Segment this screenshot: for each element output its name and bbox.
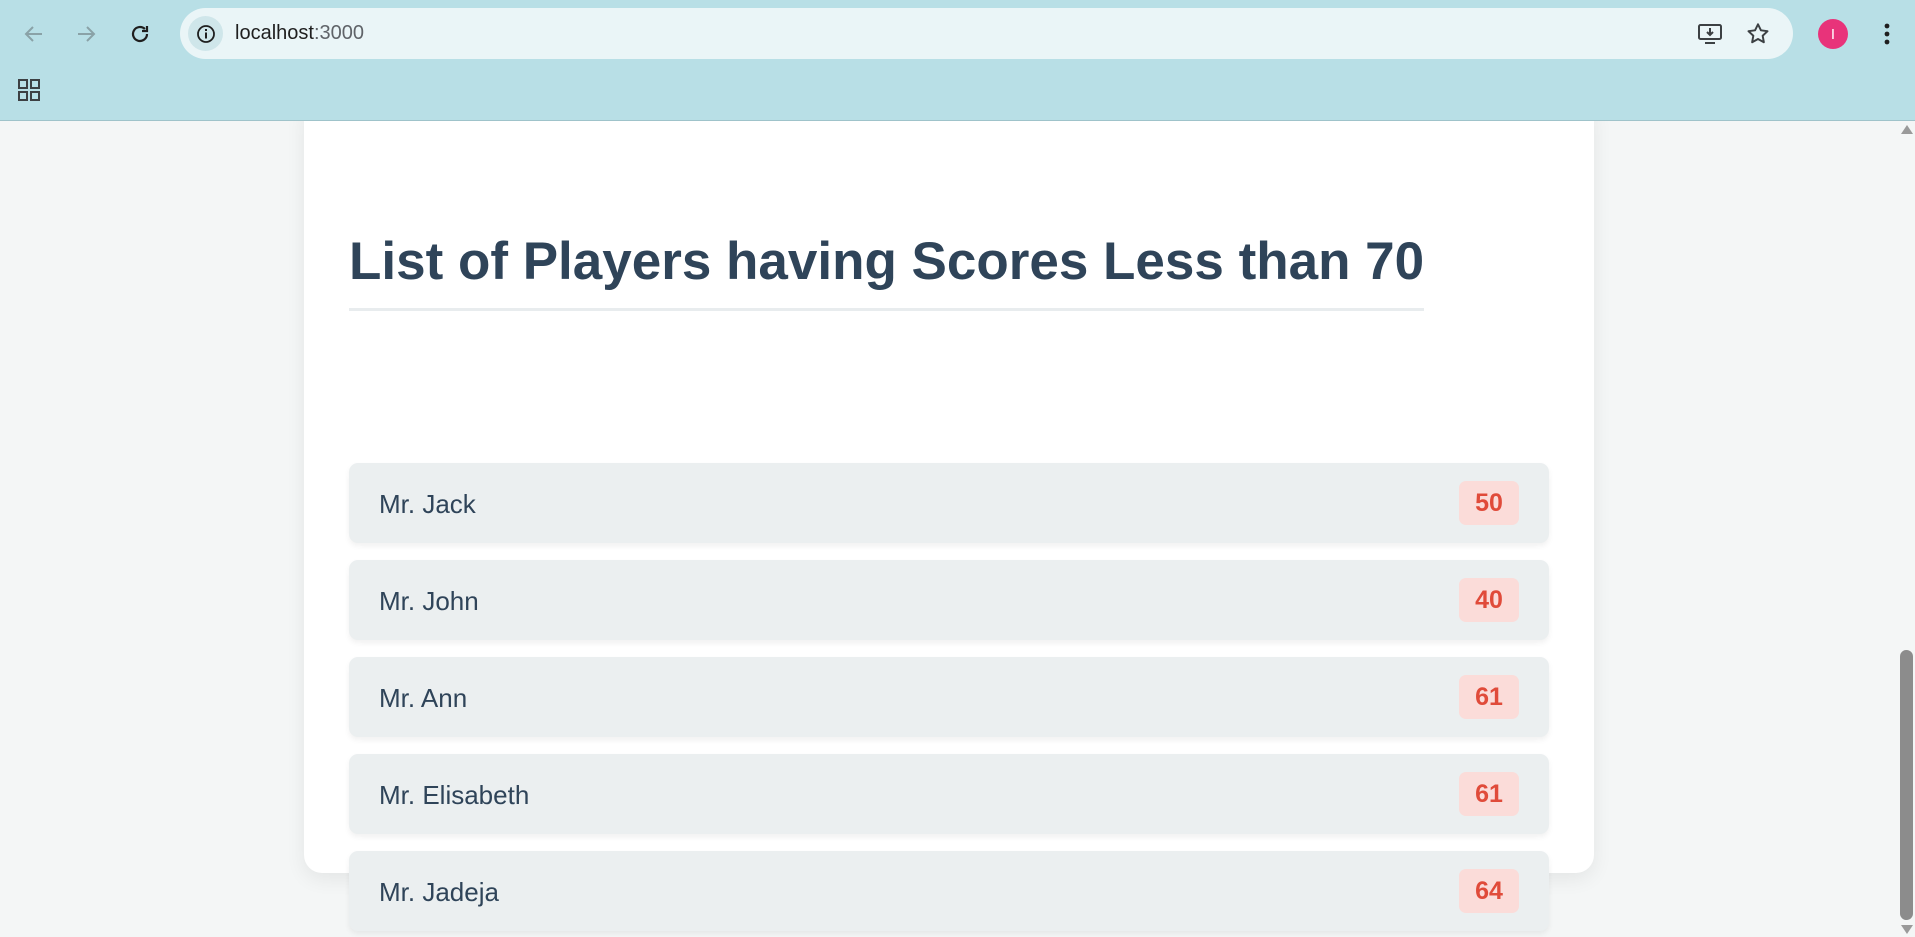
install-app-icon	[1698, 24, 1722, 44]
site-info-icon	[196, 24, 215, 43]
profile-avatar[interactable]: I	[1818, 19, 1848, 49]
score-badge: 64	[1459, 869, 1519, 913]
browser-toolbar: localhost:3000 I	[0, 0, 1915, 121]
player-row: Mr. Elisabeth 61	[349, 754, 1549, 834]
scroll-down-arrow-icon[interactable]	[1901, 925, 1913, 934]
scrollbar-thumb[interactable]	[1900, 650, 1913, 920]
forward-icon	[78, 26, 96, 42]
scroll-up-arrow-icon[interactable]	[1901, 125, 1913, 134]
score-badge: 40	[1459, 578, 1519, 622]
player-row: Mr. Ann 61	[349, 657, 1549, 737]
player-row: Mr. John 40	[349, 560, 1549, 640]
install-app-button[interactable]	[1696, 20, 1724, 48]
url-host: localhost	[235, 22, 314, 44]
player-name: Mr. Ann	[379, 683, 468, 713]
player-name: Mr. Jadeja	[379, 877, 499, 907]
page-title: List of Players having Scores Less than …	[349, 231, 1425, 311]
apps-button[interactable]	[14, 75, 44, 105]
site-info-button[interactable]	[188, 16, 223, 51]
player-name: Mr. Elisabeth	[379, 780, 530, 810]
back-button[interactable]	[14, 14, 54, 54]
score-badge: 50	[1459, 481, 1519, 525]
score-badge: 61	[1459, 675, 1519, 719]
player-name: Mr. John	[379, 586, 479, 616]
player-name: Mr. Jack	[379, 489, 476, 519]
url-text[interactable]: localhost:3000	[235, 22, 364, 45]
page-viewport: List of Players having Scores Less than …	[0, 121, 1898, 937]
bookmark-star-icon	[1747, 23, 1769, 44]
forward-button[interactable]	[66, 14, 106, 54]
menu-dots-icon	[1884, 23, 1890, 45]
vertical-scrollbar[interactable]	[1898, 121, 1915, 937]
address-bar[interactable]: localhost:3000	[180, 8, 1793, 59]
players-card: List of Players having Scores Less than …	[304, 121, 1594, 931]
reload-icon	[131, 25, 149, 43]
back-icon	[24, 26, 42, 42]
player-row: Mr. Jack 50	[349, 463, 1549, 543]
bookmark-button[interactable]	[1744, 20, 1772, 48]
player-row: Mr. Jadeja 64	[349, 851, 1549, 931]
score-badge: 61	[1459, 772, 1519, 816]
browser-menu-button[interactable]	[1874, 19, 1900, 49]
apps-grid-icon	[18, 79, 40, 101]
players-list: Mr. Jack 50 Mr. John 40 Mr. Ann 61 Mr. E…	[349, 463, 1549, 937]
reload-button[interactable]	[120, 14, 160, 54]
url-port: :3000	[313, 22, 364, 44]
